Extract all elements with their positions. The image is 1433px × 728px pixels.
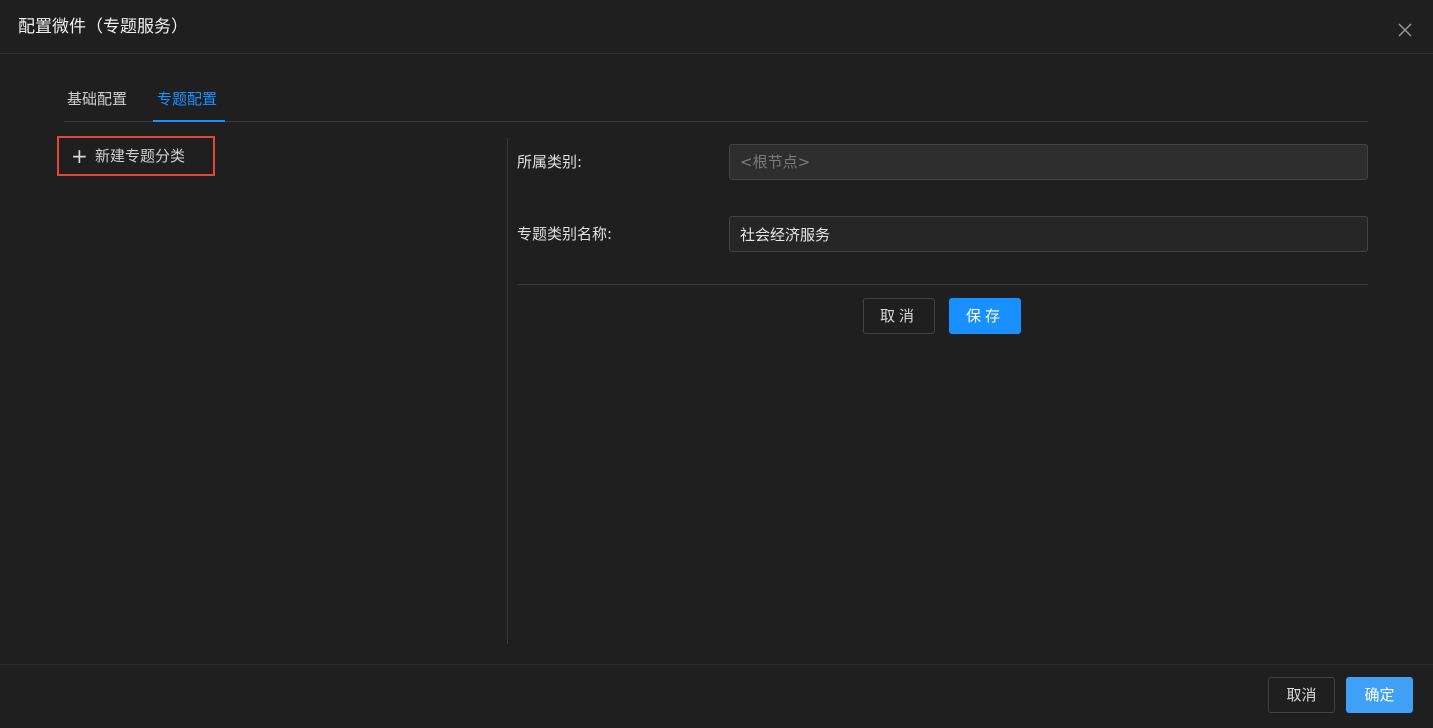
modal-title: 配置微件（专题服务） — [18, 17, 188, 37]
modal-footer: 取消 确定 — [0, 664, 1433, 728]
active-tab-indicator — [153, 120, 225, 122]
tab-basic-config[interactable]: 基础配置 — [67, 89, 127, 109]
close-icon[interactable] — [1397, 22, 1413, 38]
form-divider — [517, 284, 1368, 285]
footer-cancel-button[interactable]: 取消 — [1268, 677, 1335, 713]
tab-bar: 基础配置 专题配置 — [64, 80, 1368, 122]
form-cancel-button[interactable]: 取消 — [863, 298, 935, 334]
plus-icon: + — [71, 144, 88, 168]
new-topic-category-button[interactable]: + 新建专题分类 — [57, 136, 215, 176]
form-save-button[interactable]: 保存 — [949, 298, 1021, 334]
new-topic-category-label: 新建专题分类 — [95, 147, 186, 165]
panel-divider — [507, 138, 508, 644]
config-widget-modal: 配置微件（专题服务） 基础配置 专题配置 + 新建专题分类 所属类别: 专题类别… — [0, 0, 1433, 728]
category-name-label: 专题类别名称: — [517, 225, 613, 243]
parent-category-field — [729, 144, 1368, 180]
parent-category-label: 所属类别: — [517, 153, 583, 171]
tab-topic-config[interactable]: 专题配置 — [157, 89, 217, 109]
category-name-field[interactable] — [729, 216, 1368, 252]
modal-header: 配置微件（专题服务） — [0, 0, 1433, 54]
footer-ok-button[interactable]: 确定 — [1346, 677, 1413, 713]
